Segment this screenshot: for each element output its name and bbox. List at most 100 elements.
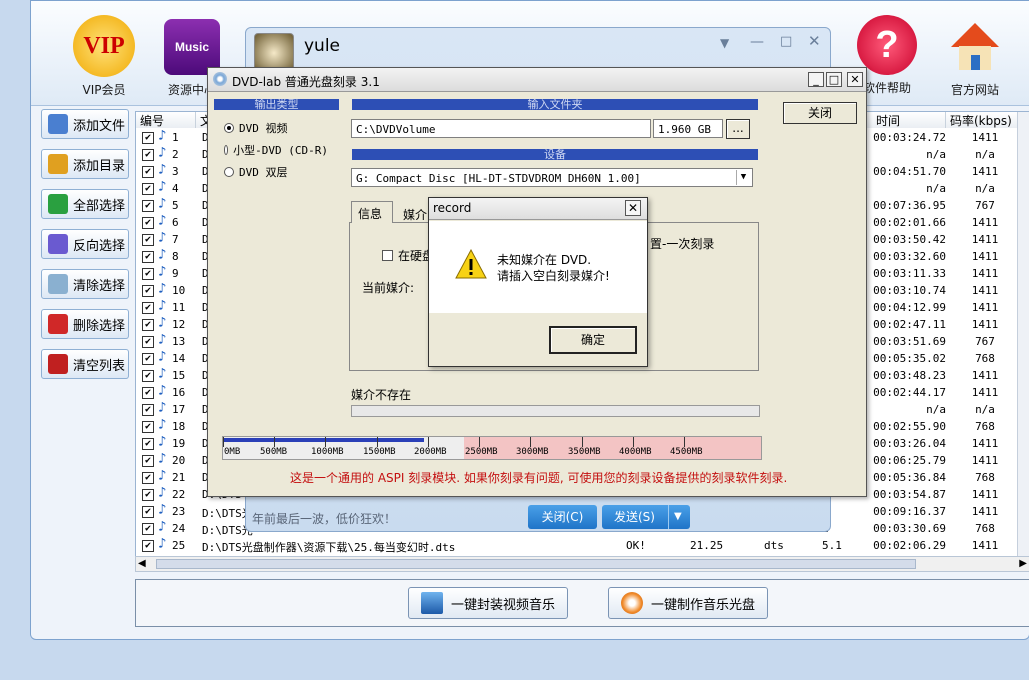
row-checkbox[interactable]: ✔ (142, 234, 154, 246)
make-button-label: 一键制作音乐光盘 (650, 597, 755, 613)
note-icon: ♪ (158, 502, 167, 518)
col-header-bitrate[interactable]: 码率(kbps) (946, 112, 1026, 128)
row-checkbox[interactable]: ✔ (142, 472, 154, 484)
minimize-icon[interactable]: — (750, 34, 764, 50)
row-checkbox[interactable]: ✔ (142, 319, 154, 331)
row-checkbox[interactable]: ✔ (142, 336, 154, 348)
chevron-down-icon[interactable]: ▼ (720, 36, 729, 50)
scale-tick (377, 437, 378, 447)
row-bitrate: n/a (975, 182, 995, 195)
scale-tick (223, 437, 224, 447)
scroll-right-icon[interactable]: ▶ (1019, 558, 1027, 569)
row-checkbox[interactable]: ✔ (142, 217, 154, 229)
chevron-down-icon[interactable]: ▼ (736, 170, 750, 185)
row-number: 16 (172, 386, 186, 399)
row-number: 20 (172, 454, 186, 467)
row-checkbox[interactable]: ✔ (142, 268, 154, 280)
scroll-thumb[interactable] (156, 559, 916, 569)
disc-app-icon (213, 72, 227, 86)
vertical-scrollbar[interactable] (1017, 112, 1029, 570)
row-number: 22 (172, 488, 186, 501)
dvd-close-button[interactable]: 关闭 (783, 102, 857, 124)
sidebar-button-2[interactable]: 添加目录 (41, 149, 129, 179)
row-bitrate: n/a (975, 403, 995, 416)
row-bitrate: 1411 (971, 369, 999, 382)
close-icon[interactable]: ✕ (808, 32, 821, 50)
row-checkbox[interactable]: ✔ (142, 149, 154, 161)
row-duration: 00:03:26.04 (873, 437, 946, 450)
folder-icon (48, 154, 68, 174)
row-checkbox[interactable]: ✔ (142, 285, 154, 297)
device-select[interactable]: G: Compact Disc [HL-DT-STDVDROM DH60N 1.… (351, 168, 753, 187)
row-checkbox[interactable]: ✔ (142, 540, 154, 552)
scale-tick (582, 437, 583, 447)
pack-video-music-button[interactable]: 一键封装视频音乐 (408, 587, 568, 619)
sidebar-button-5[interactable]: 清除选择 (41, 269, 129, 299)
note-icon: ♪ (158, 247, 167, 263)
sidebar-button-6[interactable]: 删除选择 (41, 309, 129, 339)
row-checkbox[interactable]: ✔ (142, 370, 154, 382)
row-checkbox[interactable]: ✔ (142, 200, 154, 212)
row-checkbox[interactable]: ✔ (142, 489, 154, 501)
maximize-icon[interactable]: □ (826, 72, 842, 87)
tab-info[interactable]: 信息 (351, 201, 393, 223)
output-type-header: 输出类型 (214, 99, 339, 110)
row-bitrate: 1411 (971, 165, 999, 178)
row-duration: 00:04:51.70 (873, 165, 946, 178)
scale-label: 2500MB (465, 447, 498, 457)
radio-mini-dvd[interactable]: 小型-DVD (CD-R) (224, 142, 328, 158)
input-path-field[interactable]: C:\DVDVolume (351, 119, 651, 138)
row-duration: 00:05:35.02 (873, 352, 946, 365)
row-checkbox[interactable]: ✔ (142, 387, 154, 399)
radio-dvd-video[interactable]: DVD 视频 (224, 120, 288, 136)
record-dialog: record ✕ 未知媒介在 DVD. 请插入空白刻录媒介! 确定 (428, 197, 648, 367)
ok-button[interactable]: 确定 (549, 326, 637, 354)
row-checkbox[interactable]: ✔ (142, 166, 154, 178)
row-checkbox[interactable]: ✔ (142, 132, 154, 144)
col-header-num[interactable]: 编号 (136, 112, 196, 128)
sidebar-button-4[interactable]: 反向选择 (41, 229, 129, 259)
row-checkbox[interactable]: ✔ (142, 404, 154, 416)
current-media-label: 当前媒介: (362, 281, 415, 295)
sidebar-button-3[interactable]: 全部选择 (41, 189, 129, 219)
row-checkbox[interactable]: ✔ (142, 183, 154, 195)
row-checkbox[interactable]: ✔ (142, 455, 154, 467)
website-button[interactable]: 官方网站 (937, 19, 1013, 98)
row-checkbox[interactable]: ✔ (142, 302, 154, 314)
row-number: 23 (172, 505, 186, 518)
row-checkbox[interactable]: ✔ (142, 438, 154, 450)
sidebar-button-7[interactable]: 清空列表 (41, 349, 129, 379)
send-options-icon[interactable]: ▼ (674, 505, 682, 529)
radio-dvd-dual[interactable]: DVD 双层 (224, 164, 288, 180)
scroll-left-icon[interactable]: ◀ (138, 558, 146, 569)
row-bitrate: 1411 (971, 437, 999, 450)
row-duration: 00:06:25.79 (873, 454, 946, 467)
row-checkbox[interactable]: ✔ (142, 353, 154, 365)
make-music-disc-button[interactable]: 一键制作音乐光盘 (608, 587, 768, 619)
table-row[interactable]: ✔ ♪ 25 D:\DTS光盘制作器\资源下载\25.每当变幻时.dts OK! 21.2… (136, 536, 1029, 555)
row-bitrate: 768 (975, 522, 995, 535)
browse-button[interactable]: ... (726, 119, 750, 139)
sidebar-button-label: 添加文件 (73, 118, 126, 134)
col-header-duration[interactable]: 时间 (856, 112, 946, 128)
chat-close-button[interactable]: 关闭(C) (528, 505, 597, 529)
row-checkbox[interactable]: ✔ (142, 506, 154, 518)
close-icon[interactable]: ✕ (847, 72, 863, 87)
scale-label: 4000MB (619, 447, 652, 457)
maximize-icon[interactable]: □ (780, 34, 792, 49)
minimize-icon[interactable]: _ (808, 72, 824, 87)
close-icon[interactable]: ✕ (625, 200, 641, 216)
send-button[interactable]: 发送(S) ▼ (602, 505, 690, 529)
row-checkbox[interactable]: ✔ (142, 251, 154, 263)
row-duration: 00:03:10.74 (873, 284, 946, 297)
message-line-2: 请插入空白刻录媒介! (497, 269, 610, 283)
vip-button[interactable]: VIP VIP会员 (69, 15, 139, 98)
row-checkbox[interactable]: ✔ (142, 421, 154, 433)
row-number: 4 (172, 182, 179, 195)
scale-label: 3500MB (568, 447, 601, 457)
row-checkbox[interactable]: ✔ (142, 523, 154, 535)
sidebar-button-1[interactable]: 添加文件 (41, 109, 129, 139)
row-duration: 00:05:36.84 (873, 471, 946, 484)
horizontal-scrollbar[interactable]: ◀ ▶ (135, 556, 1029, 572)
row-bitrate: 1411 (971, 386, 999, 399)
